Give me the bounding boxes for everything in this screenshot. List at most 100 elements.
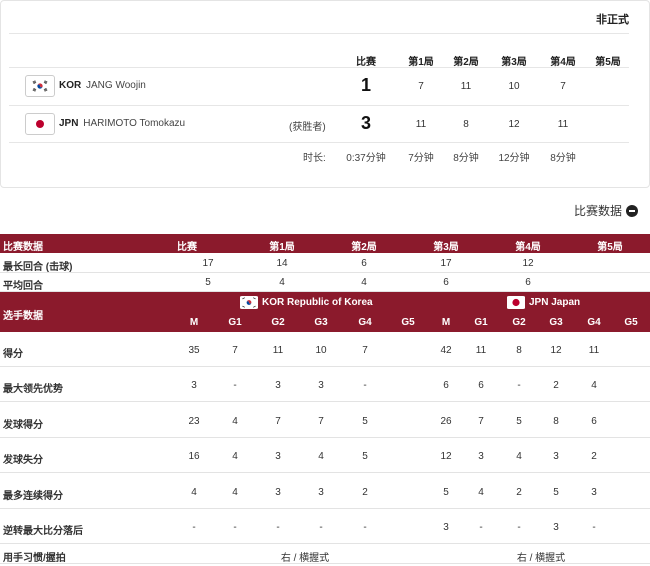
stat-value-jpn: 2 [516,487,522,498]
sub-header: G5 [401,317,415,328]
sub-header: G4 [587,317,601,328]
row-value: 12 [522,258,534,269]
header-game-3: 第3局 [433,242,459,253]
table-row: 发球得分 23 4 7 7 5 26 7 5 8 6 [0,403,650,438]
stat-value-kor: - [319,522,323,533]
sub-header: G1 [228,317,242,328]
table-row: 最多连续得分 4 4 3 3 2 5 4 2 5 3 [0,474,650,509]
header-game-1: 第1局 [269,242,295,253]
player-stats-header: 选手数据 KOR Republic of Korea JPN Japan M G… [0,292,650,332]
game-score: 11 [460,81,472,92]
stat-value-jpn: 5 [553,487,559,498]
stat-value-kor: 16 [188,451,200,462]
stat-value-kor: 4 [232,451,238,462]
team-name: JPN Japan [529,297,581,308]
row-label: 用手习惯/握拍 [3,553,66,564]
winner-tag: (获胜者) [289,122,326,133]
stat-value-jpn: 6 [478,380,484,391]
row-label: 最大领先优势 [3,384,63,395]
player-name-jpn: JPN HARIMOTO Tomokazu [59,118,185,129]
stat-value-kor: - [276,522,280,533]
stat-value-kor: 3 [191,380,197,391]
stat-value-kor: 4 [191,487,197,498]
team-name: KOR Republic of Korea [262,297,373,308]
stat-value-kor: 3 [275,487,281,498]
game-score: 10 [508,81,520,92]
row-value: 4 [279,277,285,288]
game-score: 12 [508,119,520,130]
match-stats-toggle[interactable]: 比赛数据 [574,202,638,219]
stat-value-kor: 5 [362,451,368,462]
table-row: 发球失分 16 4 3 4 5 12 3 4 3 2 [0,438,650,473]
header-game-4: 第4局 [515,242,541,253]
team-kor: KOR Republic of Korea [240,296,373,309]
game-score: 8 [463,119,469,130]
stat-value-kor: - [233,380,237,391]
kor-flag-icon [240,296,258,309]
jpn-flag-icon [507,296,525,309]
player-row-kor: KOR JANG Woojin 1 7 11 10 7 [21,69,631,103]
country-code: KOR [59,80,82,91]
game-score: 11 [415,119,427,130]
stat-value-jpn: 3 [591,487,597,498]
stat-value-jpn: 11 [588,345,600,356]
stat-value-kor: - [363,522,367,533]
divider [9,33,629,34]
header-match: 比赛 [177,242,197,253]
stat-value-kor: 3 [275,380,281,391]
stat-value-jpn: 26 [440,416,452,427]
header-game-4: 第4局 [550,57,576,68]
divider [9,142,629,143]
sub-header: G1 [474,317,488,328]
stat-value-kor: 3 [318,380,324,391]
header-game-5: 第5局 [597,242,623,253]
table-row: 平均回合 5 4 4 6 6 [0,273,650,292]
stat-value-jpn: 4 [478,487,484,498]
stat-value-kor: - [233,522,237,533]
stat-value-jpn: 4 [516,451,522,462]
player-name: JANG Woojin [86,80,146,91]
stat-value-kor: - [192,522,196,533]
row-value: 6 [525,277,531,288]
divider [9,105,629,106]
grip-kor: 右 / 横握式 [280,553,330,564]
stat-value-kor: 7 [275,416,281,427]
table-row: 逆转最大比分落后 - - - - - 3 - - 3 - [0,509,650,544]
row-value: 6 [361,258,367,269]
stat-value-jpn: 5 [516,416,522,427]
row-value: 17 [440,258,452,269]
game-score: 11 [557,119,569,130]
header-game-1: 第1局 [408,57,434,68]
stat-value-kor: 4 [232,487,238,498]
game-score: 7 [418,81,424,92]
match-summary-card: 非正式 比赛 第1局 第2局 第3局 第4局 第5局 KOR JANG Wooj… [0,0,650,188]
duration-game: 8分钟 [550,153,576,164]
player-name-kor: KOR JANG Woojin [59,80,146,91]
grip-jpn: 右 / 横握式 [516,553,566,564]
game-score: 7 [560,81,566,92]
divider [9,67,629,68]
player-row-jpn: JPN HARIMOTO Tomokazu (获胜者) 3 11 8 12 11 [21,107,631,141]
player-name: HARIMOTO Tomokazu [83,118,186,129]
row-label: 发球失分 [3,455,43,466]
stat-value-jpn: - [592,522,596,533]
stat-value-jpn: 3 [478,451,484,462]
stat-value-jpn: 6 [443,380,449,391]
stat-value-kor: 4 [232,416,238,427]
stat-value-kor: - [363,380,367,391]
match-score-kor: 1 [361,75,372,95]
stat-value-jpn: 2 [553,380,559,391]
stat-value-kor: 23 [188,416,200,427]
stat-value-kor: 7 [318,416,324,427]
row-value: 6 [443,277,449,288]
stat-value-kor: 7 [362,345,368,356]
row-label: 平均回合 [3,281,43,292]
team-jpn: JPN Japan [507,296,580,309]
player-stats-title: 选手数据 [3,311,43,322]
stat-value-jpn: 5 [443,487,449,498]
stat-value-jpn: 12 [550,345,562,356]
stat-value-jpn: 42 [440,345,452,356]
stat-value-kor: 35 [188,345,200,356]
duration-game: 12分钟 [498,153,530,164]
sub-header: G2 [271,317,285,328]
